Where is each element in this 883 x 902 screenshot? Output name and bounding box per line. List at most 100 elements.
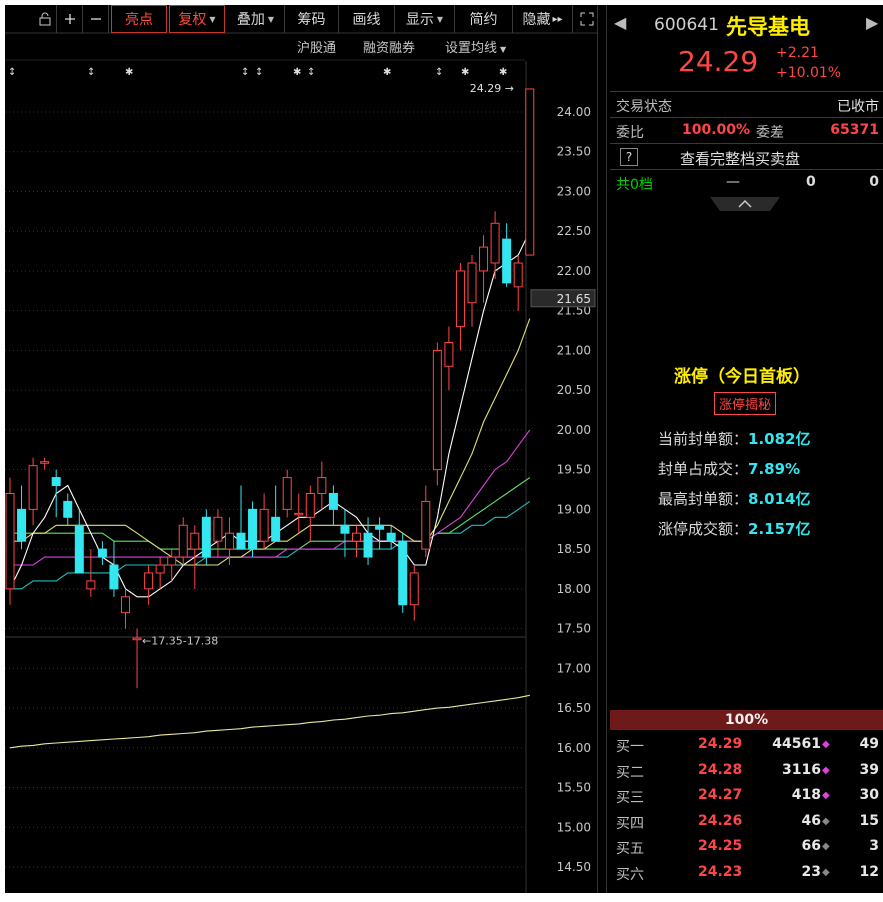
y-tick-label: 23.50 bbox=[557, 145, 591, 159]
bid-count: 30 bbox=[859, 787, 879, 803]
candle-body bbox=[305, 492, 315, 518]
candle-body bbox=[490, 222, 500, 264]
stock-name: 先导基电 bbox=[726, 15, 810, 39]
candle-body bbox=[340, 524, 350, 534]
fuquan-button[interactable]: 复权 ▼ bbox=[169, 5, 225, 33]
separator bbox=[610, 169, 883, 170]
candle-body bbox=[121, 596, 130, 614]
candle-body bbox=[421, 500, 431, 550]
bid-ratio-label: 100% bbox=[724, 712, 769, 728]
simple-button[interactable]: 简约 bbox=[455, 5, 513, 33]
max-seal-row: 最高封单额：8.014亿 bbox=[658, 488, 810, 509]
prev-stock-icon[interactable]: ◀ bbox=[614, 13, 626, 32]
hgt-link[interactable]: 沪股通 bbox=[297, 37, 336, 56]
event-marker-icon: ✱ bbox=[461, 67, 469, 78]
next-stock-icon[interactable]: ▶ bbox=[866, 13, 878, 32]
bid-row[interactable]: 买一 24.29 44561 ◆ 49 bbox=[610, 732, 883, 757]
splitter-left[interactable] bbox=[597, 5, 598, 893]
kline-chart-pane[interactable]: 24.00 23.50 23.00 22.50 22.00 21.50 21.00 20.50… bbox=[5, 5, 603, 893]
bid-count: 15 bbox=[859, 812, 879, 829]
price-change: +2.21 bbox=[776, 45, 819, 61]
candle-body bbox=[317, 477, 327, 494]
candle-body bbox=[17, 508, 27, 542]
caret-down-icon: ▼ bbox=[436, 14, 444, 24]
candle-body bbox=[398, 540, 408, 606]
y-tick-label: 18.00 bbox=[557, 582, 591, 596]
event-marker-icon: ↕ bbox=[435, 67, 443, 78]
bid-count: 12 bbox=[859, 863, 879, 880]
candle-body bbox=[271, 516, 281, 542]
y-tick-label: 17.00 bbox=[557, 661, 591, 675]
candle-body bbox=[132, 637, 142, 641]
candle-body bbox=[40, 461, 50, 464]
full-depth-row[interactable]: ? 查看完整档买卖盘 bbox=[610, 145, 883, 169]
event-marker-icon: ↕ bbox=[241, 67, 249, 78]
y-tick-label: 22.50 bbox=[557, 224, 591, 238]
separator bbox=[610, 117, 883, 118]
hide-button[interactable]: 隐藏 ▸▸ bbox=[513, 5, 573, 33]
caret-down-icon: ▼ bbox=[209, 14, 216, 24]
highlight-button[interactable]: 亮点 bbox=[111, 5, 167, 33]
bid-volume: 44561 bbox=[772, 736, 821, 752]
candle-body bbox=[236, 532, 246, 550]
bid-volume: 3116 bbox=[782, 761, 821, 778]
margin-link[interactable]: 融资融券 bbox=[363, 37, 415, 56]
bid-row[interactable]: 买六 24.23 23 ◆ 12 bbox=[610, 860, 883, 885]
ma-settings-link[interactable]: 设置均线 ▼ bbox=[445, 37, 506, 56]
collapse-toggle[interactable] bbox=[610, 197, 883, 213]
y-tick-label: 15.00 bbox=[557, 820, 591, 834]
splitter-right[interactable] bbox=[606, 5, 607, 893]
bid-row[interactable]: 买二 24.28 3116 ◆ 39 bbox=[610, 758, 883, 783]
chips-button[interactable]: 筹码 bbox=[285, 5, 339, 33]
kline-chart[interactable]: 24.0023.5023.0022.5022.0021.5021.0020.50… bbox=[5, 5, 603, 893]
candle-body bbox=[444, 341, 454, 367]
bid-level-label: 买一 bbox=[616, 739, 644, 755]
limit-up-detail-button[interactable]: 涨停揭秘 bbox=[714, 392, 777, 415]
lock-icon[interactable] bbox=[33, 5, 57, 33]
y-tick-label: 14.50 bbox=[557, 860, 591, 874]
bid-row[interactable]: 买三 24.27 418 ◆ 30 bbox=[610, 783, 883, 808]
max-seal-label: 最高封单额： bbox=[658, 490, 749, 508]
event-marker-icon: ✱ bbox=[499, 67, 507, 78]
candle-body bbox=[479, 246, 489, 272]
y-tick-label: 20.00 bbox=[557, 423, 591, 437]
candle-body bbox=[144, 572, 154, 590]
bid-level-label: 买六 bbox=[616, 866, 644, 883]
diamond-icon: ◆ bbox=[822, 790, 830, 801]
caret-down-icon: ▼ bbox=[267, 14, 275, 24]
bid-volume: 418 bbox=[791, 787, 821, 803]
candle-body bbox=[467, 262, 477, 304]
ratio-value: 7.89% bbox=[748, 460, 801, 478]
candle-body bbox=[386, 532, 396, 542]
bid-level-label: 买五 bbox=[616, 841, 644, 857]
weibi-label: 委比 bbox=[616, 125, 644, 141]
display-button[interactable]: 显示 ▼ bbox=[395, 5, 455, 33]
diamond-icon: ◆ bbox=[822, 815, 830, 827]
zoom-out-icon[interactable] bbox=[83, 5, 109, 33]
display-label: 显示 bbox=[405, 12, 434, 28]
limit-turnover-label: 涨停成交额： bbox=[658, 520, 749, 538]
overlay-button[interactable]: 叠加 ▼ bbox=[227, 5, 285, 33]
zoom-in-icon[interactable] bbox=[57, 5, 83, 33]
simple-label: 简约 bbox=[469, 12, 498, 28]
event-marker-icon: ✱ bbox=[293, 67, 301, 78]
candle-body bbox=[109, 564, 119, 590]
candle-body bbox=[502, 238, 512, 284]
draw-line-button[interactable]: 画线 bbox=[339, 5, 395, 33]
candle-body bbox=[432, 349, 442, 471]
full-depth-link[interactable]: 查看完整档买卖盘 bbox=[680, 148, 800, 169]
chevron-up-icon[interactable] bbox=[710, 197, 780, 213]
diamond-icon: ◆ bbox=[822, 739, 830, 750]
weibi-value: 100.00% bbox=[682, 122, 751, 138]
bid-row[interactable]: 买五 24.25 66 ◆ 3 bbox=[610, 834, 883, 859]
caret-down-icon: ▼ bbox=[500, 45, 507, 54]
bid-row[interactable]: 买四 24.26 46 ◆ 15 bbox=[610, 809, 883, 834]
candle-body bbox=[51, 477, 61, 487]
y-tick-label: 21.00 bbox=[557, 343, 591, 357]
candle-body bbox=[28, 465, 38, 510]
help-icon[interactable]: ? bbox=[620, 148, 638, 166]
draw-label: 画线 bbox=[352, 12, 381, 28]
event-marker-icon: ✱ bbox=[383, 67, 391, 78]
bid-price: 24.28 bbox=[698, 761, 743, 778]
diamond-icon: ◆ bbox=[822, 866, 830, 878]
